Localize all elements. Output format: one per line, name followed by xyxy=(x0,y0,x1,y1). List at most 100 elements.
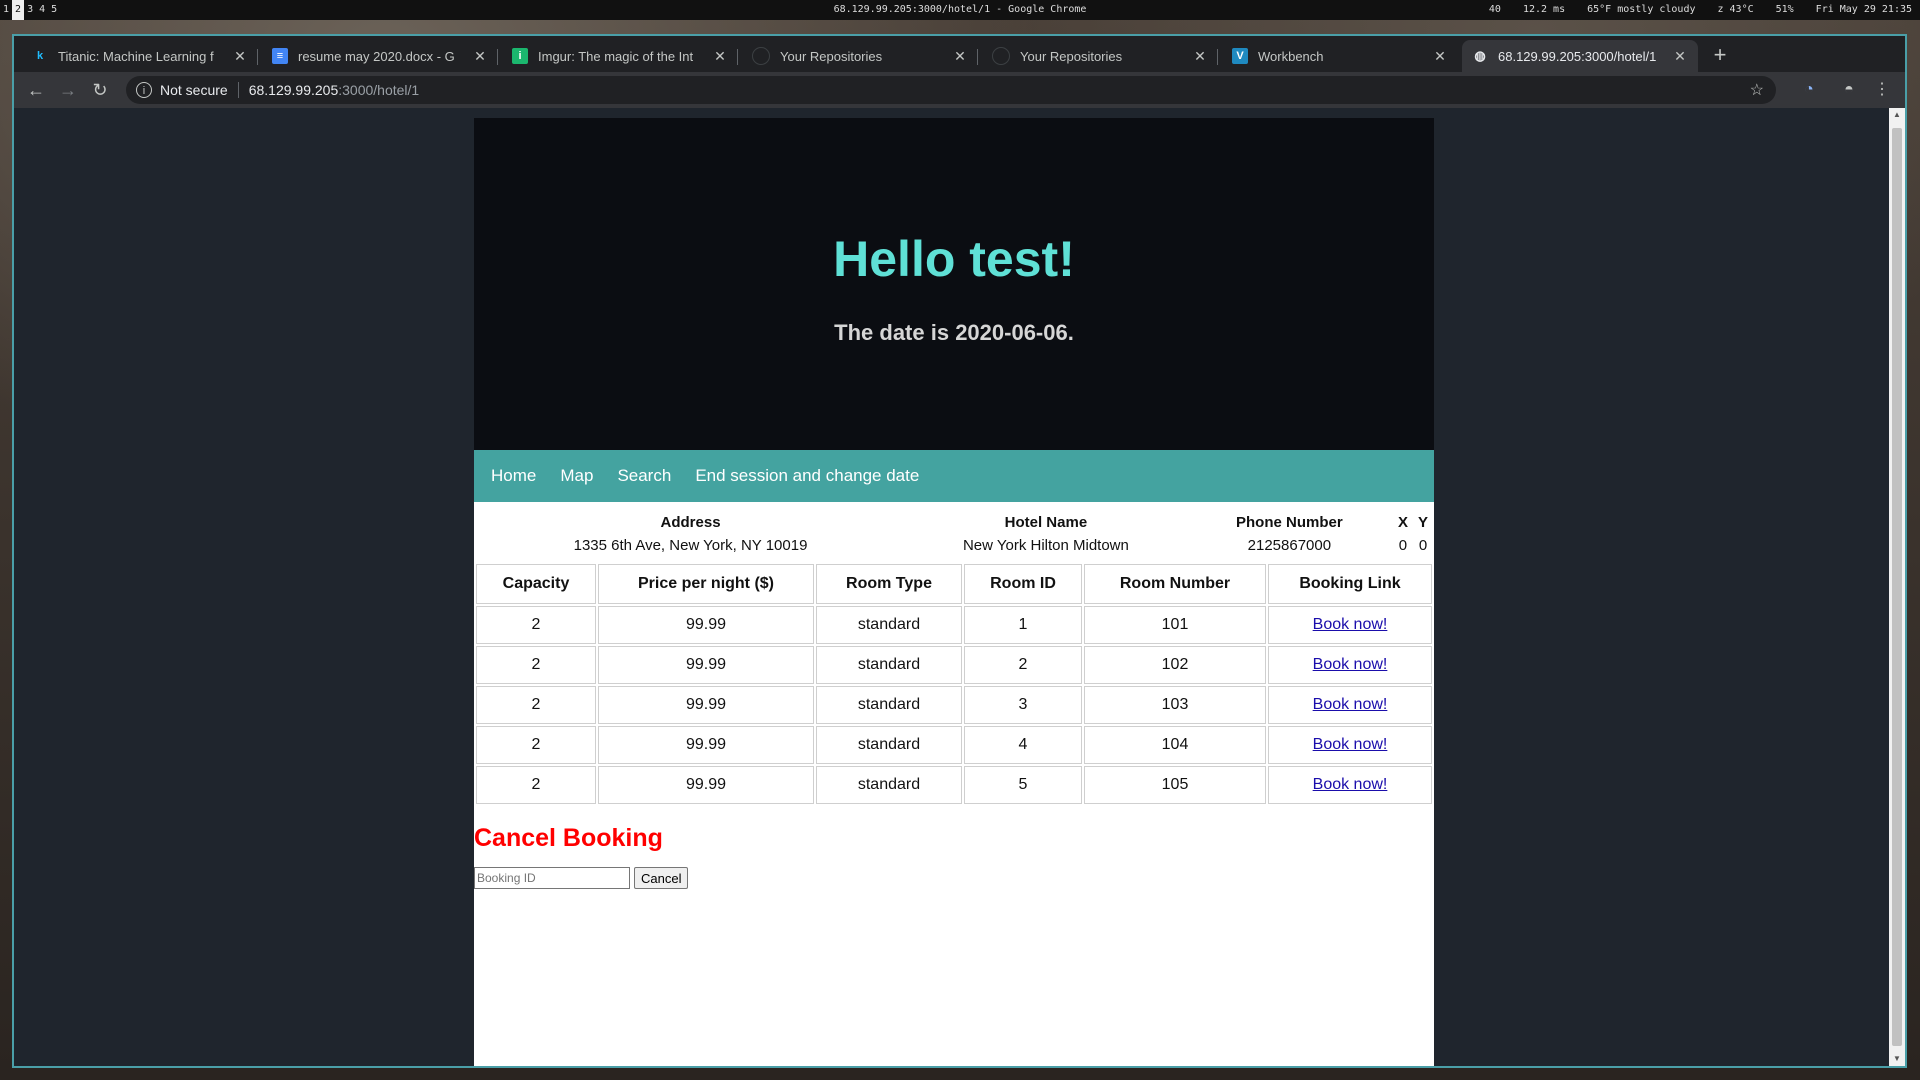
room-number-cell: 105 xyxy=(1084,766,1266,804)
nav-map[interactable]: Map xyxy=(548,450,605,502)
bookmark-star-icon[interactable]: ☆ xyxy=(1750,80,1764,100)
room-id-cell: 1 xyxy=(964,606,1082,644)
github-icon xyxy=(752,47,770,65)
close-icon[interactable]: ✕ xyxy=(712,48,728,65)
room-number-cell: 103 xyxy=(1084,686,1266,724)
weather-indicator: 65°F mostly cloudy xyxy=(1587,4,1696,15)
omnibox-divider xyxy=(237,82,239,98)
cancel-booking-heading: Cancel Booking xyxy=(474,824,663,852)
nav-home[interactable]: Home xyxy=(479,450,548,502)
table-row: 2 99.99 standard 1 101 Book now! xyxy=(476,606,1432,644)
url-path: :3000/hotel/1 xyxy=(338,82,420,98)
hotel-y: 0 xyxy=(1418,537,1428,554)
room-type-cell: standard xyxy=(816,606,962,644)
temperature-indicator: z 43°C xyxy=(1717,4,1754,15)
page-scrollbar[interactable]: ▲ ▼ xyxy=(1889,108,1905,1066)
close-icon[interactable]: ✕ xyxy=(1672,48,1688,65)
tab-strip: k Titanic: Machine Learning f ✕ ≡ resume… xyxy=(14,36,1905,72)
tab-title: Your Repositories xyxy=(1020,48,1123,64)
close-icon[interactable]: ✕ xyxy=(472,48,488,65)
address-bar[interactable]: i Not secure 68.129.99.205:3000/hotel/1 … xyxy=(126,76,1776,104)
price-cell: 99.99 xyxy=(598,726,814,764)
info-icon[interactable]: i xyxy=(136,82,152,98)
room-number-cell: 102 xyxy=(1084,646,1266,684)
tab-title: Workbench xyxy=(1258,48,1324,64)
tab-title: Titanic: Machine Learning f xyxy=(58,48,214,64)
current-date-text: The date is 2020-06-06. xyxy=(834,320,1074,345)
globe-icon: ◍ xyxy=(1474,48,1486,63)
booking-link-header: Booking Link xyxy=(1268,564,1432,604)
cancel-button[interactable]: Cancel xyxy=(634,867,689,889)
room-type-cell: standard xyxy=(816,766,962,804)
github-icon xyxy=(992,47,1010,65)
close-icon[interactable]: ✕ xyxy=(1432,48,1448,65)
scrollbar-thumb[interactable] xyxy=(1892,128,1902,1046)
menu-icon[interactable]: ⋮ xyxy=(1870,78,1894,102)
price-cell: 99.99 xyxy=(598,766,814,804)
price-cell: 99.99 xyxy=(598,606,814,644)
capacity-cell: 2 xyxy=(476,606,596,644)
profile-avatar-icon[interactable]: ◓ xyxy=(1837,78,1861,102)
security-label[interactable]: Not secure xyxy=(160,82,228,98)
scroll-down-arrow-icon[interactable]: ▼ xyxy=(1889,1052,1905,1066)
google-docs-icon: ≡ xyxy=(272,48,288,64)
room-id-cell: 4 xyxy=(964,726,1082,764)
hotel-x: 0 xyxy=(1398,537,1408,554)
book-now-link[interactable]: Book now! xyxy=(1313,656,1388,673)
capacity-cell: 2 xyxy=(476,726,596,764)
room-id-cell: 2 xyxy=(964,646,1082,684)
tab-title: Your Repositories xyxy=(780,48,883,64)
hotel-info-table: Address Hotel Name Phone Number X Y 1335… xyxy=(474,510,1434,558)
close-icon[interactable]: ✕ xyxy=(1192,48,1208,65)
capacity-header: Capacity xyxy=(476,564,596,604)
close-icon[interactable]: ✕ xyxy=(232,48,248,65)
browser-toolbar: ← → ↻ i Not secure 68.129.99.205:3000/ho… xyxy=(14,72,1905,108)
table-row: 2 99.99 standard 5 105 Book now! xyxy=(476,766,1432,804)
tab-workbench[interactable]: V Workbench ✕ xyxy=(1222,40,1458,72)
x-header: X xyxy=(1397,514,1408,531)
forward-button[interactable]: → xyxy=(56,78,80,102)
imgur-icon: i xyxy=(512,48,528,64)
reload-button[interactable]: ↻ xyxy=(88,78,112,102)
close-icon[interactable]: ✕ xyxy=(952,48,968,65)
extension-icon[interactable]: ◔ xyxy=(1797,78,1821,102)
greeting-heading: Hello test! xyxy=(833,231,1075,287)
booking-id-input[interactable] xyxy=(474,867,630,889)
book-now-link[interactable]: Book now! xyxy=(1313,736,1388,753)
tab-hotel-active[interactable]: ◍ 68.129.99.205:3000/hotel/1 ✕ xyxy=(1462,40,1698,72)
book-now-link[interactable]: Book now! xyxy=(1313,696,1388,713)
nav-end-session[interactable]: End session and change date xyxy=(683,450,931,502)
status-indicators: 40 12.2 ms 65°F mostly cloudy z 43°C 51%… xyxy=(1489,0,1912,20)
room-id-cell: 3 xyxy=(964,686,1082,724)
capacity-cell: 2 xyxy=(476,766,596,804)
tab-title: Imgur: The magic of the Int xyxy=(538,48,694,64)
room-number-header: Room Number xyxy=(1084,564,1266,604)
scroll-up-arrow-icon[interactable]: ▲ xyxy=(1889,108,1905,122)
hotel-address: 1335 6th Ave, New York, NY 10019 xyxy=(573,537,808,554)
table-row: 2 99.99 standard 3 103 Book now! xyxy=(476,686,1432,724)
rooms-header-row: Capacity Price per night ($) Room Type R… xyxy=(476,564,1432,604)
room-id-header: Room ID xyxy=(964,564,1082,604)
room-type-cell: standard xyxy=(816,686,962,724)
hotel-page: Hello test! The date is 2020-06-06. Home… xyxy=(474,118,1434,1066)
tab-title: 68.129.99.205:3000/hotel/1 xyxy=(1498,48,1657,64)
tab-resume[interactable]: ≡ resume may 2020.docx - G ✕ xyxy=(262,40,498,72)
nav-search[interactable]: Search xyxy=(605,450,683,502)
room-number-cell: 101 xyxy=(1084,606,1266,644)
tab-titanic[interactable]: k Titanic: Machine Learning f ✕ xyxy=(22,40,258,72)
new-tab-button[interactable]: + xyxy=(1704,40,1736,72)
site-nav: Home Map Search End session and change d… xyxy=(474,450,1434,502)
table-row: 2 99.99 standard 2 102 Book now! xyxy=(476,646,1432,684)
tab-imgur[interactable]: i Imgur: The magic of the Int ✕ xyxy=(502,40,738,72)
book-now-link[interactable]: Book now! xyxy=(1313,616,1388,633)
y-header: Y xyxy=(1417,514,1428,531)
os-status-bar: 1 2 3 4 5 68.129.99.205:3000/hotel/1 - G… xyxy=(0,0,1920,20)
tab-repositories-1[interactable]: Your Repositories ✕ xyxy=(742,40,978,72)
back-button[interactable]: ← xyxy=(24,78,48,102)
address-header: Address xyxy=(660,514,721,531)
rooms-table: Capacity Price per night ($) Room Type R… xyxy=(474,562,1434,806)
kaggle-icon: k xyxy=(36,50,44,62)
tab-repositories-2[interactable]: Your Repositories ✕ xyxy=(982,40,1218,72)
book-now-link[interactable]: Book now! xyxy=(1313,776,1388,793)
room-type-cell: standard xyxy=(816,646,962,684)
